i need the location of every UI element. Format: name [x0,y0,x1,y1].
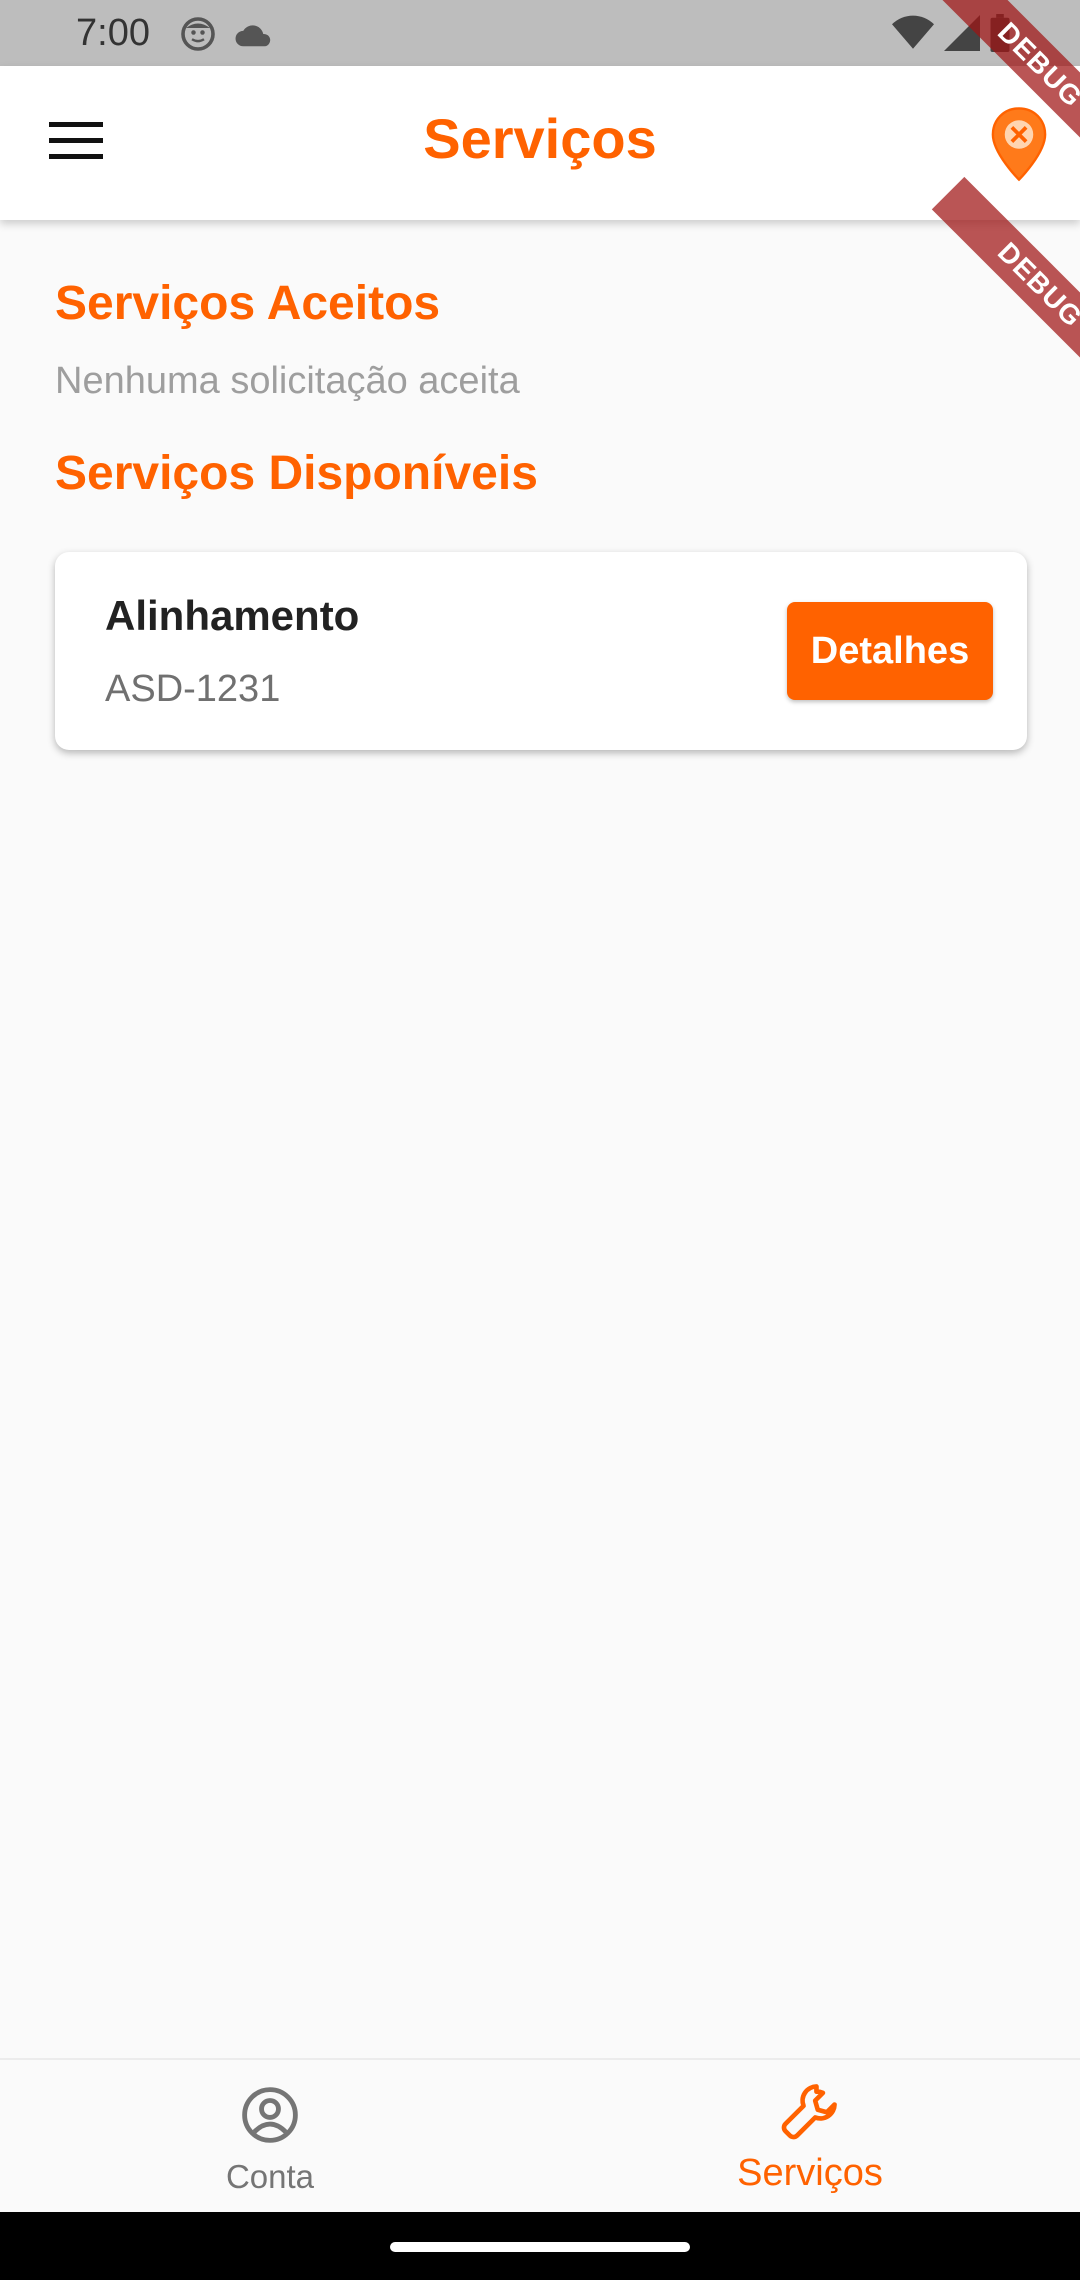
screen: 7:00 Serviços DEBUG DEBUG Serviços Aceit… [0,0,1080,2280]
status-left-icons [180,16,274,57]
service-code: ASD-1231 [105,668,281,710]
account-circle-icon [241,2086,299,2149]
nav-label-servicos: Serviços [737,2152,883,2194]
wifi-icon [892,14,934,57]
nav-label-conta: Conta [225,2158,315,2195]
android-face-icon [180,16,216,57]
location-button[interactable] [990,106,1048,182]
nav-item-servicos[interactable]: Serviços [540,2060,1080,2214]
available-section-title: Serviços Disponíveis [55,447,538,500]
details-button[interactable]: Detalhes [787,602,993,700]
service-title: Alinhamento [105,592,360,639]
system-nav-bar [0,2212,1080,2280]
location-pin-icon [990,107,1048,186]
bottom-nav: Conta Serviços [0,2058,1080,2212]
nav-item-conta[interactable]: Conta [0,2060,540,2214]
accepted-empty-message: Nenhuma solicitação aceita [55,360,520,402]
page-title: Serviços [423,107,657,170]
status-time: 7:00 [76,12,150,54]
accepted-section-title: Serviços Aceitos [55,277,441,330]
wrench-icon [779,2080,841,2147]
service-card: Alinhamento ASD-1231 Detalhes [55,552,1027,750]
status-bar: 7:00 [0,0,1080,66]
cloud-icon [234,19,274,54]
app-bar: Serviços [0,66,1080,220]
home-indicator[interactable] [390,2242,690,2252]
